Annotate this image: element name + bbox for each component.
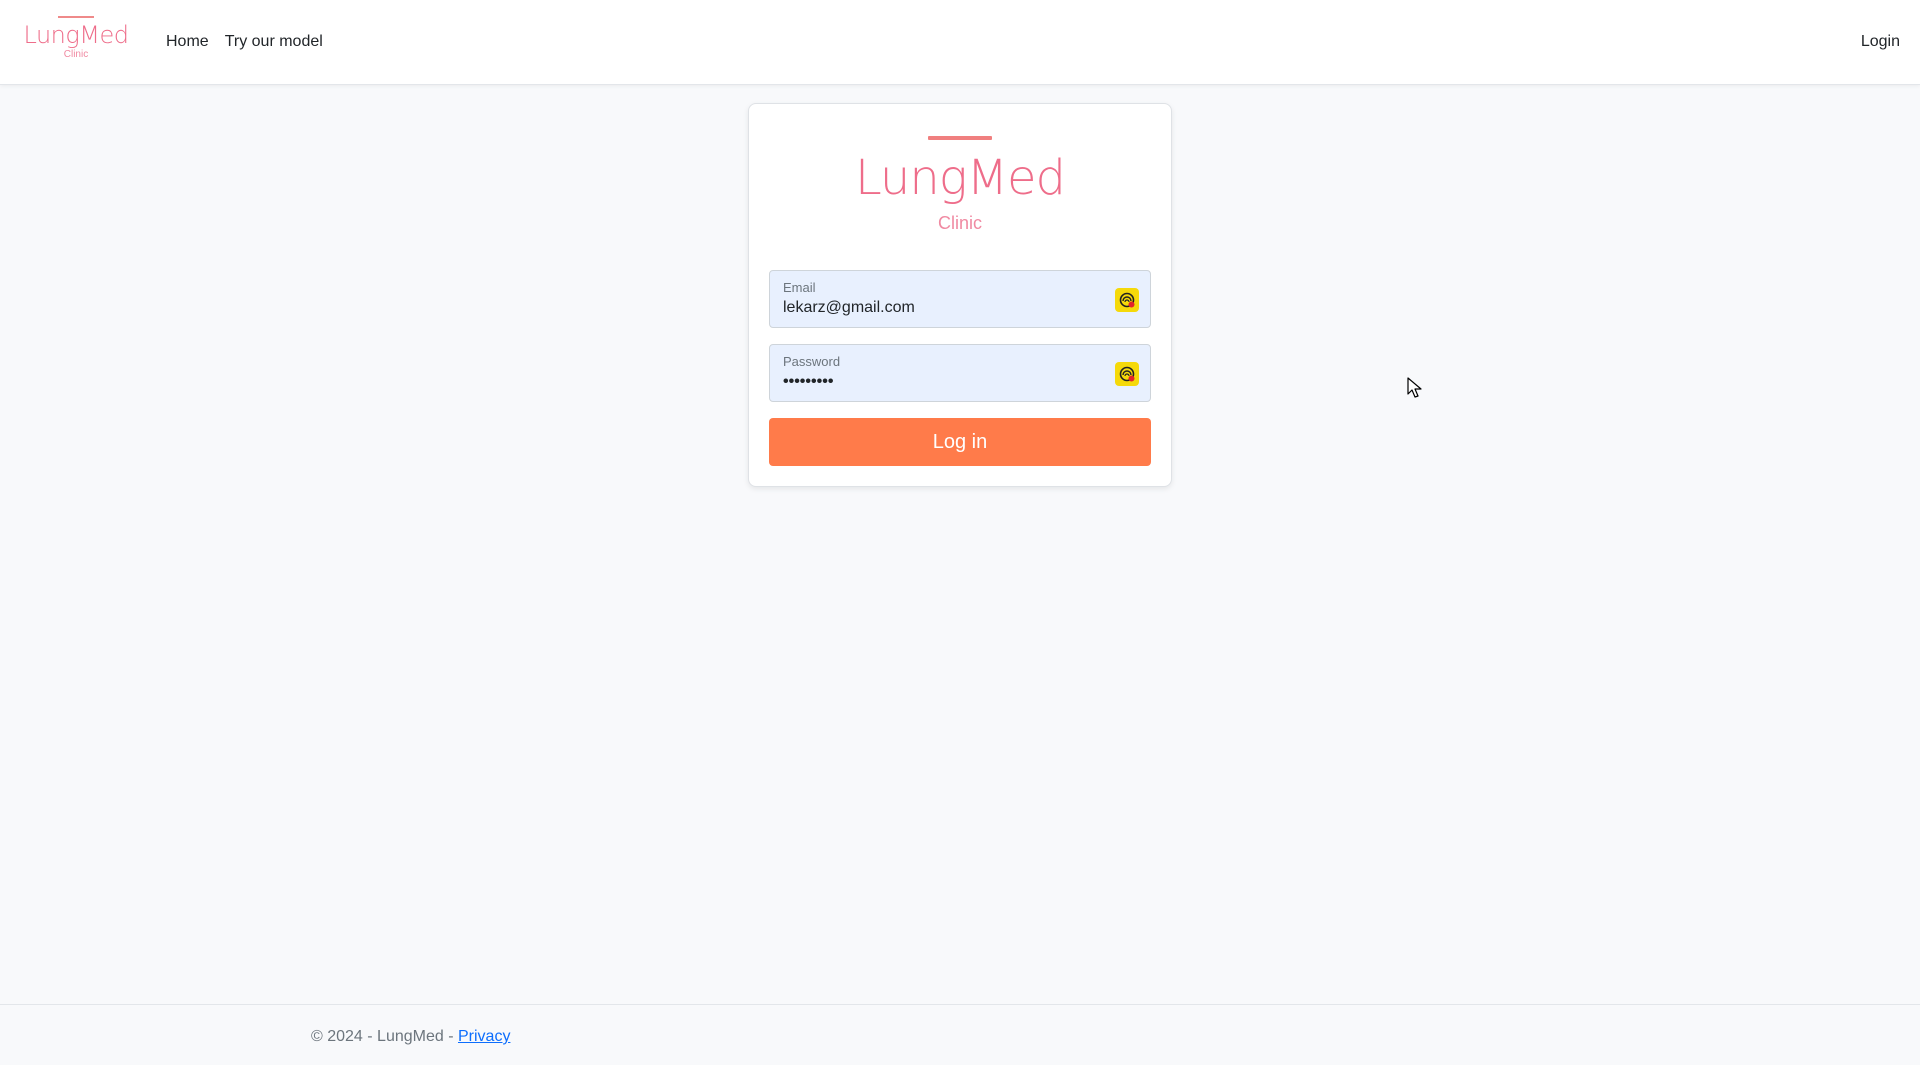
email-field[interactable]: Email: [769, 270, 1151, 328]
card-logo-sub-text: Clinic: [937, 213, 982, 233]
nav-login-link[interactable]: Login: [1861, 32, 1900, 52]
password-manager-icon[interactable]: [1115, 362, 1139, 386]
footer-copyright: © 2024 - LungMed -: [311, 1028, 458, 1045]
nav-link-home[interactable]: Home: [158, 32, 217, 52]
nav-links: Home Try our model: [158, 32, 331, 52]
email-field-label: Email: [783, 280, 816, 295]
password-manager-icon[interactable]: [1115, 288, 1139, 312]
footer-text: © 2024 - LungMed - Privacy: [311, 1027, 510, 1047]
top-navbar: LungMed Clinic Home Try our model Login: [0, 0, 1920, 85]
logo-sub-text: Clinic: [63, 49, 89, 60]
card-logo: LungMed Clinic: [749, 136, 1171, 234]
privacy-link[interactable]: Privacy: [458, 1028, 510, 1045]
card-logo-accent-bar: [928, 136, 992, 140]
logo-brand-text: LungMed: [23, 21, 129, 49]
footer: © 2024 - LungMed - Privacy: [0, 1004, 1920, 1065]
card-logo-brand-text: LungMed: [855, 150, 1066, 206]
mouse-cursor-icon: [1407, 377, 1422, 398]
password-field-label: Password: [783, 354, 841, 369]
login-button[interactable]: Log in: [769, 418, 1151, 466]
navbar-logo[interactable]: LungMed Clinic: [18, 16, 134, 70]
password-field[interactable]: Password •••••••••: [769, 344, 1151, 402]
email-input[interactable]: [783, 298, 1103, 318]
password-input[interactable]: •••••••••: [783, 372, 1103, 392]
logo-accent-bar: [58, 16, 94, 18]
login-card: LungMed Clinic Email Password •••••••••: [748, 103, 1172, 487]
nav-link-try-model[interactable]: Try our model: [217, 32, 331, 52]
